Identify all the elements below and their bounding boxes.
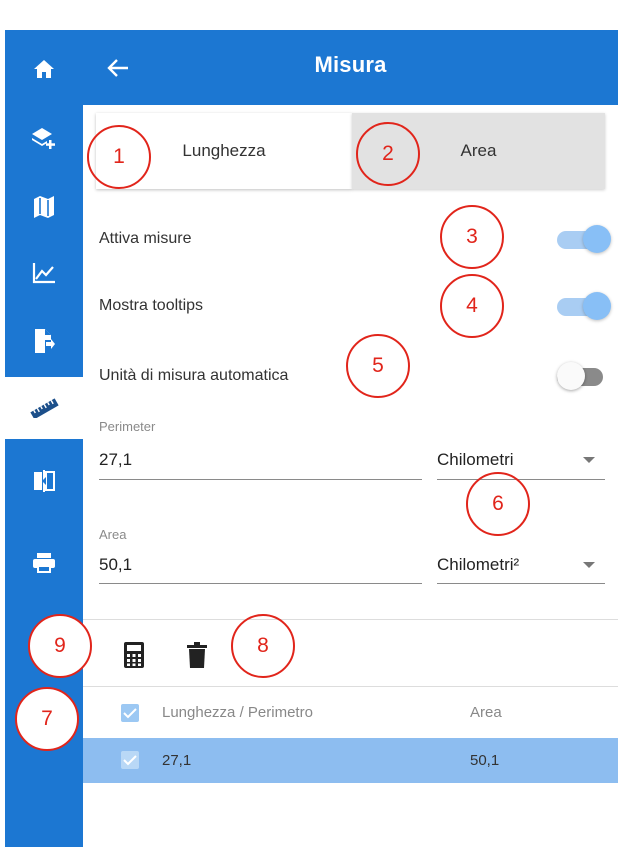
sidebar-item-chart[interactable] bbox=[5, 242, 83, 304]
show-tooltips-label: Mostra tooltips bbox=[99, 297, 204, 314]
auto-unit-toggle[interactable] bbox=[557, 361, 613, 391]
callout-6: 6 bbox=[466, 472, 530, 536]
column-header-length[interactable]: Lunghezza / Perimetro bbox=[162, 704, 313, 721]
tab-bar: Lunghezza Area bbox=[96, 113, 605, 189]
sidebar-item-map[interactable] bbox=[5, 176, 83, 238]
enable-measures-label: Attiva misure bbox=[99, 230, 192, 247]
sidebar-item-compare[interactable] bbox=[5, 450, 83, 512]
calculator-icon bbox=[124, 642, 144, 668]
show-tooltips-toggle[interactable] bbox=[557, 291, 613, 321]
ruler-icon bbox=[30, 398, 59, 418]
table-row[interactable]: 27,1 50,1 bbox=[83, 738, 618, 783]
perimeter-unit-underline bbox=[437, 479, 605, 480]
perimeter-input[interactable]: 27,1 bbox=[99, 450, 132, 470]
area-input[interactable]: 50,1 bbox=[99, 555, 132, 575]
chevron-down-icon[interactable] bbox=[583, 457, 595, 463]
print-icon bbox=[33, 553, 55, 573]
area-unit-underline bbox=[437, 583, 605, 584]
chevron-down-icon[interactable] bbox=[583, 562, 595, 568]
row-checkbox[interactable] bbox=[121, 751, 139, 769]
home-icon bbox=[34, 60, 54, 78]
delete-button[interactable] bbox=[185, 640, 209, 670]
perimeter-underline bbox=[99, 479, 422, 480]
chart-icon bbox=[32, 263, 55, 284]
compare-icon bbox=[34, 470, 55, 492]
callout-3: 3 bbox=[440, 205, 504, 269]
sidebar-item-print[interactable] bbox=[5, 532, 83, 594]
perimeter-label: Perimeter bbox=[99, 419, 156, 434]
area-unit-select[interactable]: Chilometri² bbox=[437, 555, 519, 575]
area-label: Area bbox=[99, 527, 127, 542]
area-underline bbox=[99, 583, 422, 584]
callout-8: 8 bbox=[231, 614, 295, 678]
cell-area: 50,1 bbox=[470, 752, 500, 769]
callout-7: 7 bbox=[15, 687, 79, 751]
file-export-icon bbox=[35, 329, 55, 353]
trash-icon bbox=[187, 642, 207, 668]
check-icon bbox=[123, 708, 137, 719]
callout-5: 5 bbox=[346, 334, 410, 398]
auto-unit-label: Unità di misura automatica bbox=[99, 367, 289, 384]
callout-9: 9 bbox=[28, 614, 92, 678]
select-all-checkbox[interactable] bbox=[121, 704, 139, 722]
sidebar-item-export[interactable] bbox=[5, 310, 83, 372]
cell-length: 27,1 bbox=[162, 752, 192, 769]
header: Misura bbox=[83, 30, 618, 105]
map-icon bbox=[34, 196, 54, 218]
add-layer-icon bbox=[32, 128, 55, 149]
sidebar-item-add-layer[interactable] bbox=[5, 108, 83, 170]
callout-4: 4 bbox=[440, 274, 504, 338]
check-icon bbox=[123, 755, 137, 766]
divider bbox=[83, 619, 618, 620]
table-header: Lunghezza / Perimetro Area bbox=[83, 690, 618, 736]
calculator-button[interactable] bbox=[122, 640, 146, 670]
enable-measures-toggle[interactable] bbox=[557, 224, 613, 254]
sidebar-item-measure[interactable] bbox=[5, 377, 83, 439]
sidebar-item-home[interactable] bbox=[5, 38, 83, 100]
page-title: Misura bbox=[314, 52, 387, 77]
callout-1: 1 bbox=[87, 125, 151, 189]
divider bbox=[83, 686, 618, 687]
callout-2: 2 bbox=[356, 122, 420, 186]
column-header-area[interactable]: Area bbox=[470, 704, 502, 721]
perimeter-unit-select[interactable]: Chilometri bbox=[437, 450, 514, 470]
